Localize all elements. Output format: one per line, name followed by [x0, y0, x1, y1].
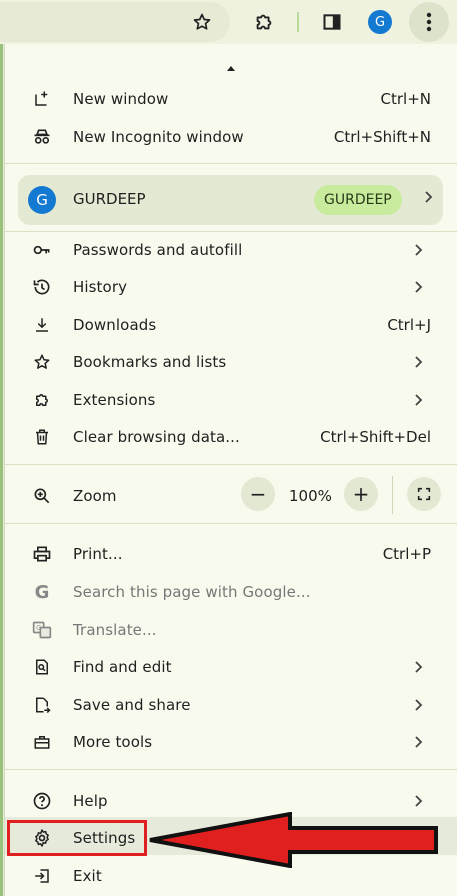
zoom-out-button[interactable]: −	[241, 477, 275, 511]
printer-icon	[31, 543, 53, 565]
key-icon	[31, 239, 53, 261]
shortcut-text: Ctrl+P	[382, 545, 431, 563]
zoom-divider	[392, 476, 393, 514]
menu-item-translate[interactable]: G Translate...	[5, 613, 457, 647]
menu-item-label: Clear browsing data...	[73, 428, 240, 446]
browser-toolbar: G	[0, 0, 457, 44]
star-icon	[31, 351, 53, 373]
shortcut-text: Ctrl+Shift+N	[333, 128, 431, 146]
help-icon	[31, 790, 53, 812]
menu-item-label: Downloads	[73, 316, 157, 334]
find-page-icon	[31, 656, 53, 678]
profile-badge: GURDEEP	[314, 185, 402, 215]
chevron-right-icon	[408, 695, 428, 715]
menu-item-passwords[interactable]: Passwords and autofill	[5, 233, 457, 267]
menu-item-search-google[interactable]: G Search this page with Google...	[5, 575, 457, 609]
trash-icon	[31, 426, 53, 448]
menu-item-label: New Incognito window	[73, 128, 244, 146]
left-edge-accent	[0, 44, 3, 896]
side-panel-icon[interactable]	[312, 2, 352, 42]
menu-divider	[5, 231, 457, 232]
annotation-red-box	[7, 820, 147, 856]
save-share-icon	[31, 694, 53, 716]
menu-divider	[5, 769, 457, 770]
zoom-level: 100%	[289, 487, 332, 505]
menu-item-more-tools[interactable]: More tools	[5, 725, 457, 759]
chevron-right-icon	[423, 190, 433, 204]
menu-item-label: Bookmarks and lists	[73, 353, 227, 371]
menu-item-new-window[interactable]: New window Ctrl+N	[5, 82, 457, 116]
menu-item-label: Passwords and autofill	[73, 241, 243, 259]
menu-item-label: Translate...	[73, 621, 157, 639]
svg-text:G: G	[36, 624, 41, 632]
chrome-main-menu: New window Ctrl+N New Incognito window C…	[4, 44, 457, 896]
avatar: G	[28, 186, 56, 214]
shortcut-text: Ctrl+J	[387, 316, 431, 334]
toolbox-icon	[31, 731, 53, 753]
new-window-icon	[31, 88, 53, 110]
toolbar-divider	[297, 12, 299, 32]
menu-item-bookmarks[interactable]: Bookmarks and lists	[5, 345, 457, 379]
chevron-right-icon	[408, 352, 428, 372]
history-icon	[31, 276, 53, 298]
menu-item-label: Zoom	[73, 487, 117, 505]
menu-item-label: Print...	[73, 545, 123, 563]
menu-item-label: Save and share	[73, 696, 191, 714]
menu-item-label: More tools	[73, 733, 153, 751]
menu-item-label: New window	[73, 90, 169, 108]
chevron-right-icon	[408, 277, 428, 297]
extensions-puzzle-icon[interactable]	[244, 2, 284, 42]
menu-divider	[5, 464, 457, 465]
menu-item-label: Exit	[73, 867, 102, 885]
incognito-icon	[31, 126, 53, 148]
shortcut-text: Ctrl+Shift+Del	[320, 428, 431, 446]
avatar: G	[368, 10, 392, 34]
menu-divider	[5, 523, 457, 524]
fullscreen-icon	[417, 487, 431, 501]
chevron-right-icon	[408, 732, 428, 752]
chevron-right-icon	[408, 390, 428, 410]
menu-item-history[interactable]: History	[5, 270, 457, 304]
menu-caret-icon	[227, 66, 235, 71]
menu-item-label: History	[73, 278, 128, 296]
menu-item-print[interactable]: Print... Ctrl+P	[5, 537, 457, 571]
profile-row[interactable]: G GURDEEP GURDEEP	[18, 175, 443, 225]
extensions-puzzle-icon	[31, 389, 53, 411]
kebab-menu-icon[interactable]	[409, 2, 449, 42]
chevron-right-icon	[408, 657, 428, 677]
menu-item-label: Find and edit	[73, 658, 172, 676]
menu-item-label: Help	[73, 792, 108, 810]
profile-name: GURDEEP	[73, 190, 146, 208]
menu-item-label: Search this page with Google...	[73, 583, 311, 601]
menu-item-downloads[interactable]: Downloads Ctrl+J	[5, 308, 457, 342]
profile-avatar-button[interactable]: G	[360, 2, 400, 42]
menu-item-extensions[interactable]: Extensions	[5, 383, 457, 417]
shortcut-text: Ctrl+N	[380, 90, 431, 108]
zoom-in-button[interactable]: +	[344, 477, 378, 511]
annotation-arrow-icon	[149, 812, 438, 868]
menu-item-new-incognito[interactable]: New Incognito window Ctrl+Shift+N	[5, 120, 457, 154]
chevron-right-icon	[408, 791, 428, 811]
menu-item-clear-data[interactable]: Clear browsing data... Ctrl+Shift+Del	[5, 420, 457, 454]
bookmark-star-icon[interactable]	[182, 2, 222, 42]
menu-item-find-edit[interactable]: Find and edit	[5, 650, 457, 684]
menu-item-save-share[interactable]: Save and share	[5, 688, 457, 722]
menu-divider	[5, 163, 457, 164]
google-g-icon: G	[34, 581, 50, 603]
menu-item-label: Extensions	[73, 391, 156, 409]
zoom-magnifier-icon	[31, 485, 53, 507]
fullscreen-button[interactable]	[407, 477, 441, 511]
translate-icon: G	[31, 619, 53, 641]
chevron-right-icon	[408, 240, 428, 260]
menu-item-zoom: Zoom	[5, 479, 457, 513]
exit-icon	[31, 865, 53, 887]
download-icon	[31, 314, 53, 336]
